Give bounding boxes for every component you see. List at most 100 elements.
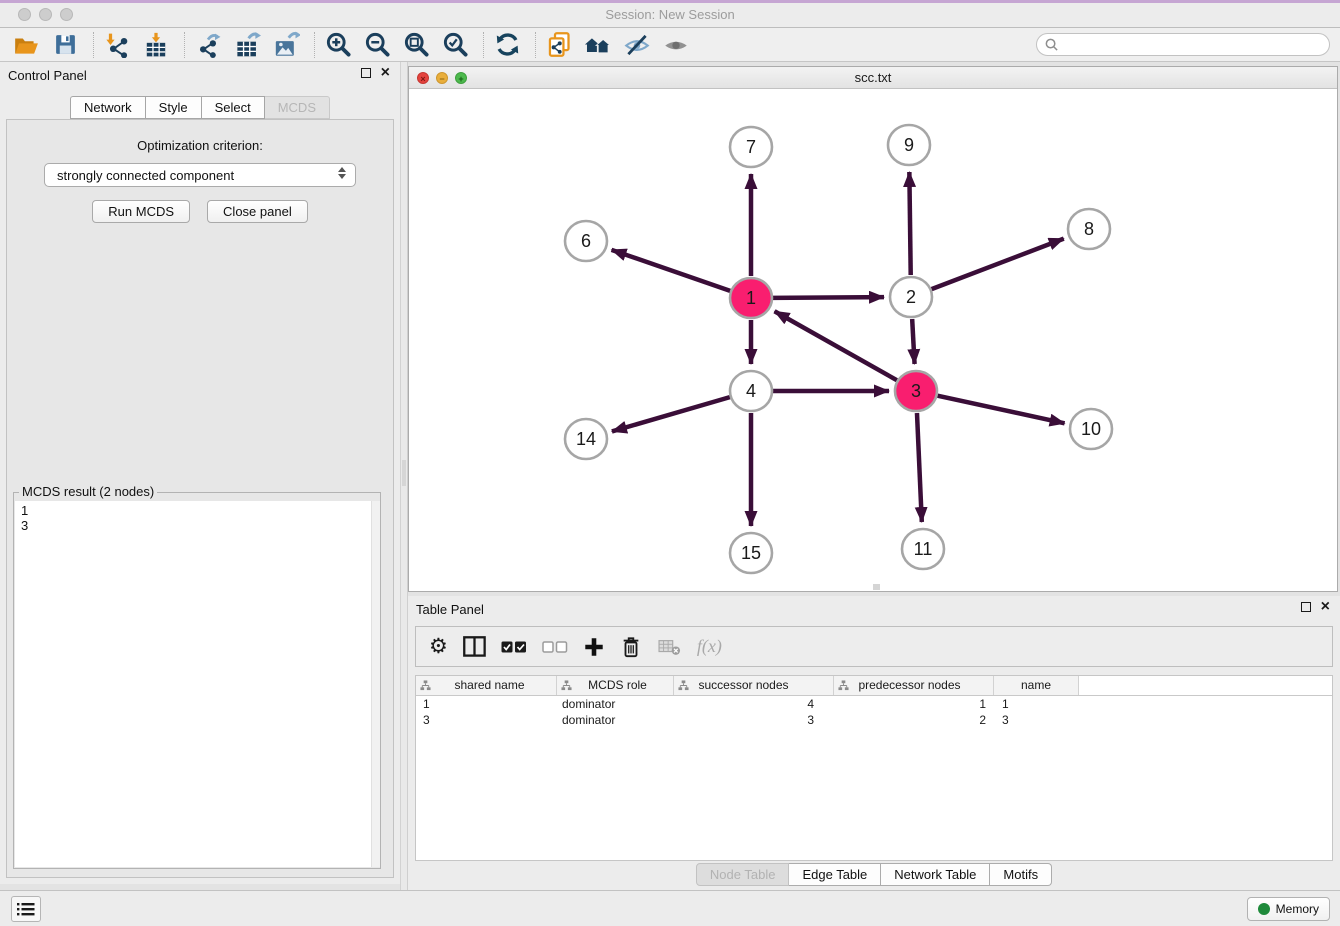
close-panel-button[interactable]: Close panel — [207, 200, 308, 223]
column-header-mcds-role[interactable]: MCDS role — [557, 676, 674, 695]
table-settings-button[interactable]: ⚙ — [429, 634, 448, 660]
graph-node-9[interactable]: 9 — [888, 125, 930, 165]
cell-mcds-role[interactable]: dominator — [557, 712, 674, 728]
graph-edge-2-9[interactable] — [909, 172, 910, 275]
column-header-name[interactable]: name — [994, 676, 1079, 695]
network-graph[interactable]: 1 2 3 4 6 7 8 9 10 11 14 15 — [409, 89, 1337, 591]
graph-node-1[interactable]: 1 — [730, 278, 772, 318]
cell-predecessor-nodes[interactable]: 1 — [834, 696, 994, 712]
graph-edge-1-6[interactable] — [612, 250, 731, 291]
deselect-all-rows-button[interactable] — [542, 634, 568, 660]
graph-node-11[interactable]: 11 — [902, 529, 944, 569]
app-title: Session: New Session — [0, 7, 1340, 22]
open-session-button[interactable] — [12, 31, 40, 59]
tab-edge-table[interactable]: Edge Table — [789, 863, 881, 886]
memory-button[interactable]: Memory — [1247, 897, 1330, 921]
graph-edge-2-8[interactable] — [932, 239, 1064, 290]
graph-edge-3-1[interactable] — [775, 311, 897, 380]
node-table[interactable]: shared name MCDS role successor nodes pr… — [415, 675, 1333, 861]
close-table-panel-icon[interactable]: × — [1321, 601, 1330, 613]
panel-splitter[interactable] — [400, 62, 408, 890]
graph-node-10[interactable]: 10 — [1070, 409, 1112, 449]
splitter-grip[interactable] — [402, 460, 406, 486]
zoom-fit-button[interactable] — [402, 31, 430, 59]
import-network-icon — [104, 32, 130, 58]
graph-edge-3-10[interactable] — [937, 396, 1064, 424]
graph-node-8[interactable]: 8 — [1068, 209, 1110, 249]
cell-predecessor-nodes[interactable]: 2 — [834, 712, 994, 728]
show-all-button[interactable] — [662, 31, 690, 59]
houses-icon — [584, 31, 612, 58]
toolbar-separator — [535, 32, 536, 58]
cell-shared-name[interactable]: 1 — [416, 696, 557, 712]
mcds-result-line: 3 — [21, 518, 373, 533]
cell-successor-nodes[interactable]: 4 — [674, 696, 834, 712]
show-columns-button[interactable] — [463, 634, 486, 660]
refresh-button[interactable] — [493, 31, 521, 59]
graph-node-4[interactable]: 4 — [730, 371, 772, 411]
close-panel-icon[interactable]: × — [381, 67, 390, 79]
float-panel-icon[interactable] — [361, 68, 371, 78]
duplicate-network-button[interactable] — [545, 31, 573, 59]
tab-mcds[interactable]: MCDS — [265, 96, 330, 119]
tab-network[interactable]: Network — [70, 96, 146, 119]
column-header-shared-name[interactable]: shared name — [416, 676, 557, 695]
graph-edge-1-2[interactable] — [773, 297, 884, 298]
zoom-in-button[interactable] — [324, 31, 352, 59]
graph-edge-3-11[interactable] — [917, 413, 922, 522]
column-header-predecessor-nodes[interactable]: predecessor nodes — [834, 676, 994, 695]
zoom-out-icon — [364, 31, 391, 58]
delete-column-button[interactable] — [620, 634, 642, 660]
cell-successor-nodes[interactable]: 3 — [674, 712, 834, 728]
import-table-button[interactable] — [142, 31, 170, 59]
tab-motifs[interactable]: Motifs — [990, 863, 1052, 886]
cell-name[interactable]: 3 — [994, 712, 1079, 728]
criterion-dropdown[interactable]: strongly connected component — [44, 163, 356, 187]
zoom-selected-icon — [442, 31, 469, 58]
column-header-successor-nodes[interactable]: successor nodes — [674, 676, 834, 695]
zoom-out-button[interactable] — [363, 31, 391, 59]
save-session-button[interactable] — [51, 31, 79, 59]
export-network-button[interactable] — [194, 31, 222, 59]
search-field[interactable] — [1036, 33, 1330, 56]
column-type-icon — [420, 680, 431, 691]
network-resize-grip[interactable] — [873, 584, 880, 590]
column-label: predecessor nodes — [858, 678, 960, 692]
import-network-button[interactable] — [103, 31, 131, 59]
home-networks-button[interactable] — [584, 31, 612, 59]
tab-node-table[interactable]: Node Table — [696, 863, 790, 886]
export-table-button[interactable] — [233, 31, 261, 59]
graph-node-3[interactable]: 3 — [895, 371, 937, 411]
graph-edge-4-14[interactable] — [612, 397, 730, 431]
search-input[interactable] — [1059, 38, 1329, 52]
result-scrollbar[interactable] — [371, 501, 380, 867]
cell-shared-name[interactable]: 3 — [416, 712, 557, 728]
table-row[interactable]: 1 dominator 4 1 1 — [416, 696, 1332, 712]
graph-node-7[interactable]: 7 — [730, 127, 772, 167]
export-image-button[interactable] — [272, 31, 300, 59]
function-builder-button-disabled: f(x) — [697, 634, 722, 660]
graph-node-15[interactable]: 15 — [730, 533, 772, 573]
cell-name[interactable]: 1 — [994, 696, 1079, 712]
mcds-result-list[interactable]: 1 3 — [15, 501, 379, 867]
graph-node-14[interactable]: 14 — [565, 419, 607, 459]
task-history-button[interactable] — [11, 896, 41, 922]
graph-edge-2-3[interactable] — [912, 319, 914, 364]
network-view-window: × − + scc.txt 1 2 3 4 6 7 8 9 10 11 14 15 — [408, 66, 1338, 592]
criterion-value: strongly connected component — [57, 168, 234, 183]
graph-node-6[interactable]: 6 — [565, 221, 607, 261]
tab-network-table[interactable]: Network Table — [881, 863, 990, 886]
toolbar-separator — [483, 32, 484, 58]
float-table-panel-icon[interactable] — [1301, 602, 1311, 612]
graph-node-2[interactable]: 2 — [890, 277, 932, 317]
create-column-button[interactable] — [583, 634, 605, 660]
tab-select[interactable]: Select — [202, 96, 265, 119]
zoom-selected-button[interactable] — [441, 31, 469, 59]
select-all-rows-button[interactable] — [501, 634, 527, 660]
hide-selected-button[interactable] — [623, 31, 651, 59]
table-row[interactable]: 3 dominator 3 2 3 — [416, 712, 1332, 728]
run-mcds-button[interactable]: Run MCDS — [92, 200, 190, 223]
tab-style[interactable]: Style — [146, 96, 202, 119]
network-window-titlebar[interactable]: × − + scc.txt — [409, 67, 1337, 89]
cell-mcds-role[interactable]: dominator — [557, 696, 674, 712]
